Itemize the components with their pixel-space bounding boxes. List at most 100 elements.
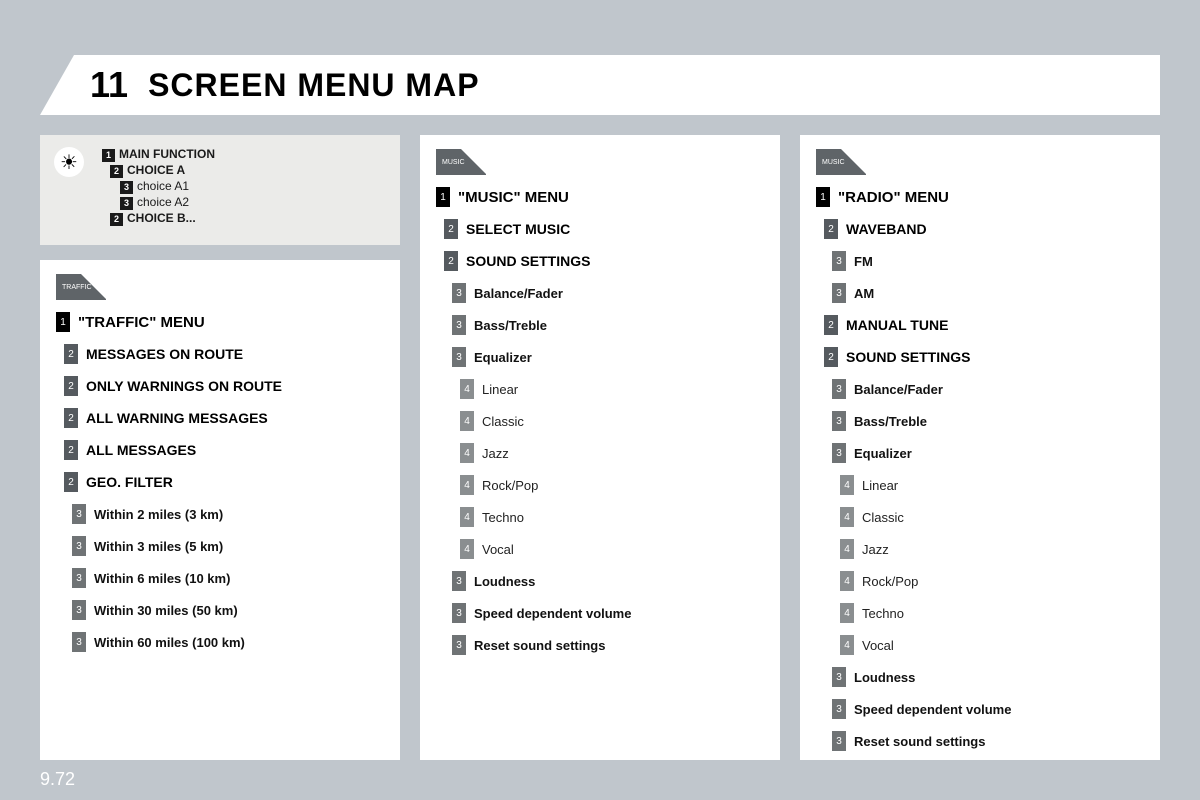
- menu-item-label: WAVEBAND: [846, 221, 927, 237]
- menu-item: 3Within 3 miles (5 km): [56, 536, 384, 556]
- menu-item: 4Techno: [816, 603, 1144, 623]
- menu-item-label: Within 30 miles (50 km): [94, 603, 238, 618]
- level-badge: 3: [452, 283, 466, 303]
- level-badge: 2: [64, 408, 78, 428]
- menu-item-label: Rock/Pop: [862, 574, 918, 589]
- menu-item: 3Reset sound settings: [436, 635, 764, 655]
- menu-item-label: Within 6 miles (10 km): [94, 571, 230, 586]
- menu-item: 3 Loudness: [436, 571, 764, 591]
- level-badge: 3: [72, 632, 86, 652]
- level-badge: 3: [452, 571, 466, 591]
- level-badge: 3: [832, 731, 846, 751]
- menu-item: 2 SOUND SETTINGS: [816, 347, 1144, 367]
- legend-box: ☀ 1 MAIN FUNCTION 2CHOICE A 3 choice A1 3choi…: [40, 135, 400, 245]
- menu-item-label: ONLY WARNINGS ON ROUTE: [86, 378, 282, 394]
- menu-item: 3Speed dependent volume: [436, 603, 764, 623]
- menu-item: 4 Linear: [436, 379, 764, 399]
- level-badge: 3: [452, 315, 466, 335]
- legend-line: 2CHOICE B...: [110, 211, 215, 226]
- level-badge: 4: [840, 507, 854, 527]
- menu-item: 3 Balance/Fader: [816, 379, 1144, 399]
- menu-item-label: Loudness: [474, 574, 535, 589]
- menu-item-label: Jazz: [862, 542, 889, 557]
- level-badge: 3: [832, 283, 846, 303]
- menu-item: 3Speed dependent volume: [816, 699, 1144, 719]
- level-badge: 2: [444, 251, 458, 271]
- level-badge: 3: [72, 536, 86, 556]
- level-tag: 3: [120, 197, 133, 210]
- menu-item-label: Balance/Fader: [474, 286, 563, 301]
- menu-item: 4 Jazz: [816, 539, 1144, 559]
- menu-item: 2MESSAGES ON ROUTE: [56, 344, 384, 364]
- panel-icon: MUSIC: [816, 149, 866, 175]
- level-badge: 4: [460, 379, 474, 399]
- page-title: SCREEN MENU MAP: [148, 67, 479, 104]
- legend-line: 3choice A2: [120, 195, 215, 210]
- menu-item-label: "RADIO" MENU: [838, 189, 949, 206]
- level-tag: 1: [102, 149, 115, 162]
- menu-item-label: Vocal: [862, 638, 894, 653]
- level-badge: 3: [832, 411, 846, 431]
- menu-item-label: ALL MESSAGES: [86, 442, 196, 458]
- menu-item-label: SELECT MUSIC: [466, 221, 570, 237]
- menu-item: 4Classic: [436, 411, 764, 431]
- level-badge: 2: [824, 315, 838, 335]
- menu-item-label: SOUND SETTINGS: [466, 253, 590, 269]
- page-number: 9.72: [40, 769, 75, 790]
- menu-item-label: Bass/Treble: [474, 318, 547, 333]
- menu-item: 1"TRAFFIC" MENU: [56, 312, 384, 332]
- level-badge: 3: [832, 251, 846, 271]
- menu-item: 4Vocal: [436, 539, 764, 559]
- menu-item-label: SOUND SETTINGS: [846, 349, 970, 365]
- menu-item-label: Jazz: [482, 446, 509, 461]
- level-badge: 1: [816, 187, 830, 207]
- menu-item-label: Bass/Treble: [854, 414, 927, 429]
- level-badge: 4: [460, 539, 474, 559]
- menu-item-label: GEO. FILTER: [86, 474, 173, 490]
- menu-item-label: Reset sound settings: [474, 638, 605, 653]
- level-badge: 4: [840, 539, 854, 559]
- level-badge: 4: [840, 635, 854, 655]
- menu-item-label: FM: [854, 254, 873, 269]
- menu-item: 3Within 2 miles (3 km): [56, 504, 384, 524]
- panel-radio: MUSIC1"RADIO" MENU2WAVEBAND3FM3AM2MANUAL…: [800, 135, 1160, 760]
- level-badge: 2: [824, 347, 838, 367]
- menu-item: 4 Classic: [816, 507, 1144, 527]
- menu-item: 3Within 60 miles (100 km): [56, 632, 384, 652]
- menu-item-label: ALL WARNING MESSAGES: [86, 410, 268, 426]
- panel-traffic: TRAFFIC1"TRAFFIC" MENU2MESSAGES ON ROUTE…: [40, 260, 400, 760]
- legend-line: 2CHOICE A: [110, 163, 215, 178]
- menu-item-label: Speed dependent volume: [474, 606, 631, 621]
- level-badge: 2: [64, 472, 78, 492]
- menu-item-label: Balance/Fader: [854, 382, 943, 397]
- level-badge: 4: [460, 507, 474, 527]
- menu-item: 3Equalizer: [816, 443, 1144, 463]
- menu-item-label: AM: [854, 286, 874, 301]
- menu-item-label: Rock/Pop: [482, 478, 538, 493]
- level-badge: 2: [444, 219, 458, 239]
- legend-line: 1 MAIN FUNCTION: [102, 147, 215, 162]
- level-tag: 3: [120, 181, 133, 194]
- menu-item: 4 Vocal: [816, 635, 1144, 655]
- level-badge: 3: [832, 379, 846, 399]
- menu-item-label: Linear: [482, 382, 518, 397]
- menu-item-label: Speed dependent volume: [854, 702, 1011, 717]
- menu-item: 3Within 30 miles (50 km): [56, 600, 384, 620]
- menu-item-label: Techno: [862, 606, 904, 621]
- legend-text: choice A1: [137, 179, 189, 193]
- menu-item-label: Loudness: [854, 670, 915, 685]
- level-badge: 4: [460, 475, 474, 495]
- menu-item-label: Within 2 miles (3 km): [94, 507, 223, 522]
- level-badge: 4: [840, 571, 854, 591]
- menu-item-label: Classic: [482, 414, 524, 429]
- menu-item: 3 Bass/Treble: [436, 315, 764, 335]
- level-badge: 1: [56, 312, 70, 332]
- menu-item-label: MANUAL TUNE: [846, 317, 948, 333]
- level-badge: 4: [460, 443, 474, 463]
- hint-icon: ☀: [54, 147, 84, 177]
- level-badge: 1: [436, 187, 450, 207]
- menu-item-label: Reset sound settings: [854, 734, 985, 749]
- legend-text: MAIN FUNCTION: [119, 147, 215, 161]
- menu-item-label: Classic: [862, 510, 904, 525]
- legend-text: CHOICE A: [127, 163, 185, 177]
